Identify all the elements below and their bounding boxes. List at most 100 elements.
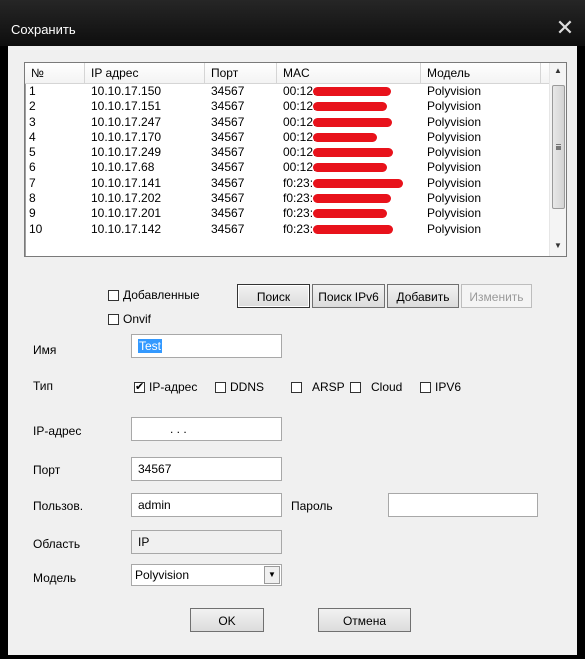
cancel-button[interactable]: Отмена: [318, 608, 411, 632]
cell-model: Polyvision: [427, 145, 482, 160]
redaction-mark: [313, 194, 391, 204]
added-checkbox[interactable]: [108, 290, 119, 301]
redaction-mark: [313, 209, 387, 219]
cell-ip: 10.10.17.202: [91, 191, 162, 206]
cell-mac: 00:12:: [283, 145, 317, 160]
chevron-down-icon[interactable]: ▼: [264, 566, 280, 584]
cell-model: Polyvision: [427, 175, 482, 190]
list-scrollbar[interactable]: ▲ ▼: [549, 63, 566, 256]
cell-mac: f0:23:: [283, 206, 314, 221]
cell-ip: 10.10.17.247: [91, 114, 162, 129]
table-row[interactable]: 10 10.10.17.142 34567 f0:23: Polyvision: [25, 222, 550, 237]
title-bar[interactable]: Сохранить ✕: [0, 0, 585, 46]
search-button[interactable]: Поиск: [237, 284, 310, 308]
type-checkbox-4[interactable]: [420, 382, 431, 393]
table-row[interactable]: 7 10.10.17.141 34567 f0:23: Polyvision: [25, 176, 550, 191]
model-select[interactable]: Polyvision ▼: [131, 564, 282, 586]
port-label: Порт: [33, 463, 61, 477]
list-rows: 1 10.10.17.150 34567 00:12: Polyvision 2 10.10…: [25, 84, 550, 237]
cell-model: Polyvision: [427, 114, 482, 129]
column-header-number[interactable]: №: [25, 63, 85, 83]
cell-port: 34567: [211, 206, 245, 221]
cell-ip: 10.10.17.151: [91, 99, 162, 114]
table-row[interactable]: 8 10.10.17.202 34567 f0:23: Polyvision: [25, 191, 550, 206]
model-value: Polyvision: [135, 568, 190, 582]
type-option-label: Cloud: [371, 380, 403, 394]
window-title: Сохранить: [11, 22, 76, 37]
cell-n: 7: [29, 175, 36, 190]
cell-mac: 00:12:: [283, 160, 317, 175]
column-header-port[interactable]: Порт: [205, 63, 277, 83]
column-header-model[interactable]: Модель: [421, 63, 541, 83]
redaction-mark: [313, 224, 393, 234]
cell-model: Polyvision: [427, 129, 482, 144]
cell-n: 10: [29, 221, 43, 236]
ip-label: IP-адрес: [33, 424, 82, 438]
scroll-up-icon[interactable]: ▲: [550, 63, 566, 79]
add-button[interactable]: Добавить: [387, 284, 459, 308]
column-header-ip[interactable]: IP адрес: [85, 63, 205, 83]
type-option-label: IPV6: [435, 380, 462, 394]
search-ipv6-button[interactable]: Поиск IPv6: [312, 284, 385, 308]
edit-button[interactable]: Изменить: [461, 284, 532, 308]
type-checkbox-3[interactable]: [350, 382, 361, 393]
table-row[interactable]: 4 10.10.17.170 34567 00:12: Polyvision: [25, 130, 550, 145]
cell-n: 1: [29, 84, 36, 98]
onvif-checkbox[interactable]: [108, 314, 119, 325]
cell-port: 34567: [211, 175, 245, 190]
cell-model: Polyvision: [427, 84, 482, 98]
table-row[interactable]: 5 10.10.17.249 34567 00:12: Polyvision: [25, 145, 550, 160]
redaction-mark: [313, 178, 403, 188]
redaction-mark: [313, 163, 387, 173]
cell-mac: f0:23:: [283, 175, 314, 190]
name-input[interactable]: Test: [131, 334, 282, 358]
password-input[interactable]: [388, 493, 538, 517]
cell-mac: 00:12:: [283, 129, 317, 144]
table-row[interactable]: 2 10.10.17.151 34567 00:12: Polyvision: [25, 99, 550, 114]
area-label: Область: [33, 537, 81, 551]
grip-icon: [556, 144, 561, 146]
table-row[interactable]: 6 10.10.17.68 34567 00:12: Polyvision: [25, 160, 550, 175]
port-input[interactable]: 34567: [131, 457, 282, 481]
type-label: Тип: [33, 379, 54, 393]
cell-port: 34567: [211, 129, 245, 144]
redaction-mark: [313, 102, 387, 112]
ok-button[interactable]: OK: [190, 608, 264, 632]
device-list[interactable]: № IP адрес Порт MAC Модель 1 10.10.17.150…: [24, 62, 567, 257]
cell-port: 34567: [211, 221, 245, 236]
ip-input[interactable]: . . .: [131, 417, 282, 441]
type-option-label: IP-адрес: [149, 380, 198, 394]
cell-ip: 10.10.17.68: [91, 160, 155, 175]
list-header: № IP адрес Порт MAC Модель: [25, 63, 550, 84]
type-checkbox-2[interactable]: [291, 382, 302, 393]
table-row[interactable]: 9 10.10.17.201 34567 f0:23: Polyvision: [25, 206, 550, 221]
table-row[interactable]: 3 10.10.17.247 34567 00:12: Polyvision: [25, 115, 550, 130]
cell-ip: 10.10.17.201: [91, 206, 162, 221]
scroll-thumb[interactable]: [552, 85, 565, 209]
cell-model: Polyvision: [427, 160, 482, 175]
cell-n: 2: [29, 99, 36, 114]
type-option-label: ARSP: [312, 380, 345, 394]
cell-n: 4: [29, 129, 36, 144]
area-field: IP: [131, 530, 282, 554]
cell-n: 5: [29, 145, 36, 160]
table-row[interactable]: 1 10.10.17.150 34567 00:12: Polyvision: [25, 84, 550, 99]
cell-model: Polyvision: [427, 99, 482, 114]
cell-n: 6: [29, 160, 36, 175]
cell-ip: 10.10.17.141: [91, 175, 162, 190]
cell-mac: 00:12:: [283, 114, 317, 129]
name-value: Test: [138, 339, 163, 353]
username-input[interactable]: admin: [131, 493, 282, 517]
column-header-mac[interactable]: MAC: [277, 63, 421, 83]
type-checkbox-1[interactable]: [215, 382, 226, 393]
cell-n: 3: [29, 114, 36, 129]
added-label: Добавленные: [123, 288, 200, 302]
cell-ip: 10.10.17.142: [91, 221, 162, 236]
type-checkbox-0[interactable]: [134, 380, 145, 393]
name-label: Имя: [33, 343, 57, 357]
cell-model: Polyvision: [427, 206, 482, 221]
scroll-down-icon[interactable]: ▼: [550, 238, 566, 254]
cell-n: 9: [29, 206, 36, 221]
cell-mac: 00:12:: [283, 99, 317, 114]
close-icon[interactable]: ✕: [554, 17, 576, 39]
